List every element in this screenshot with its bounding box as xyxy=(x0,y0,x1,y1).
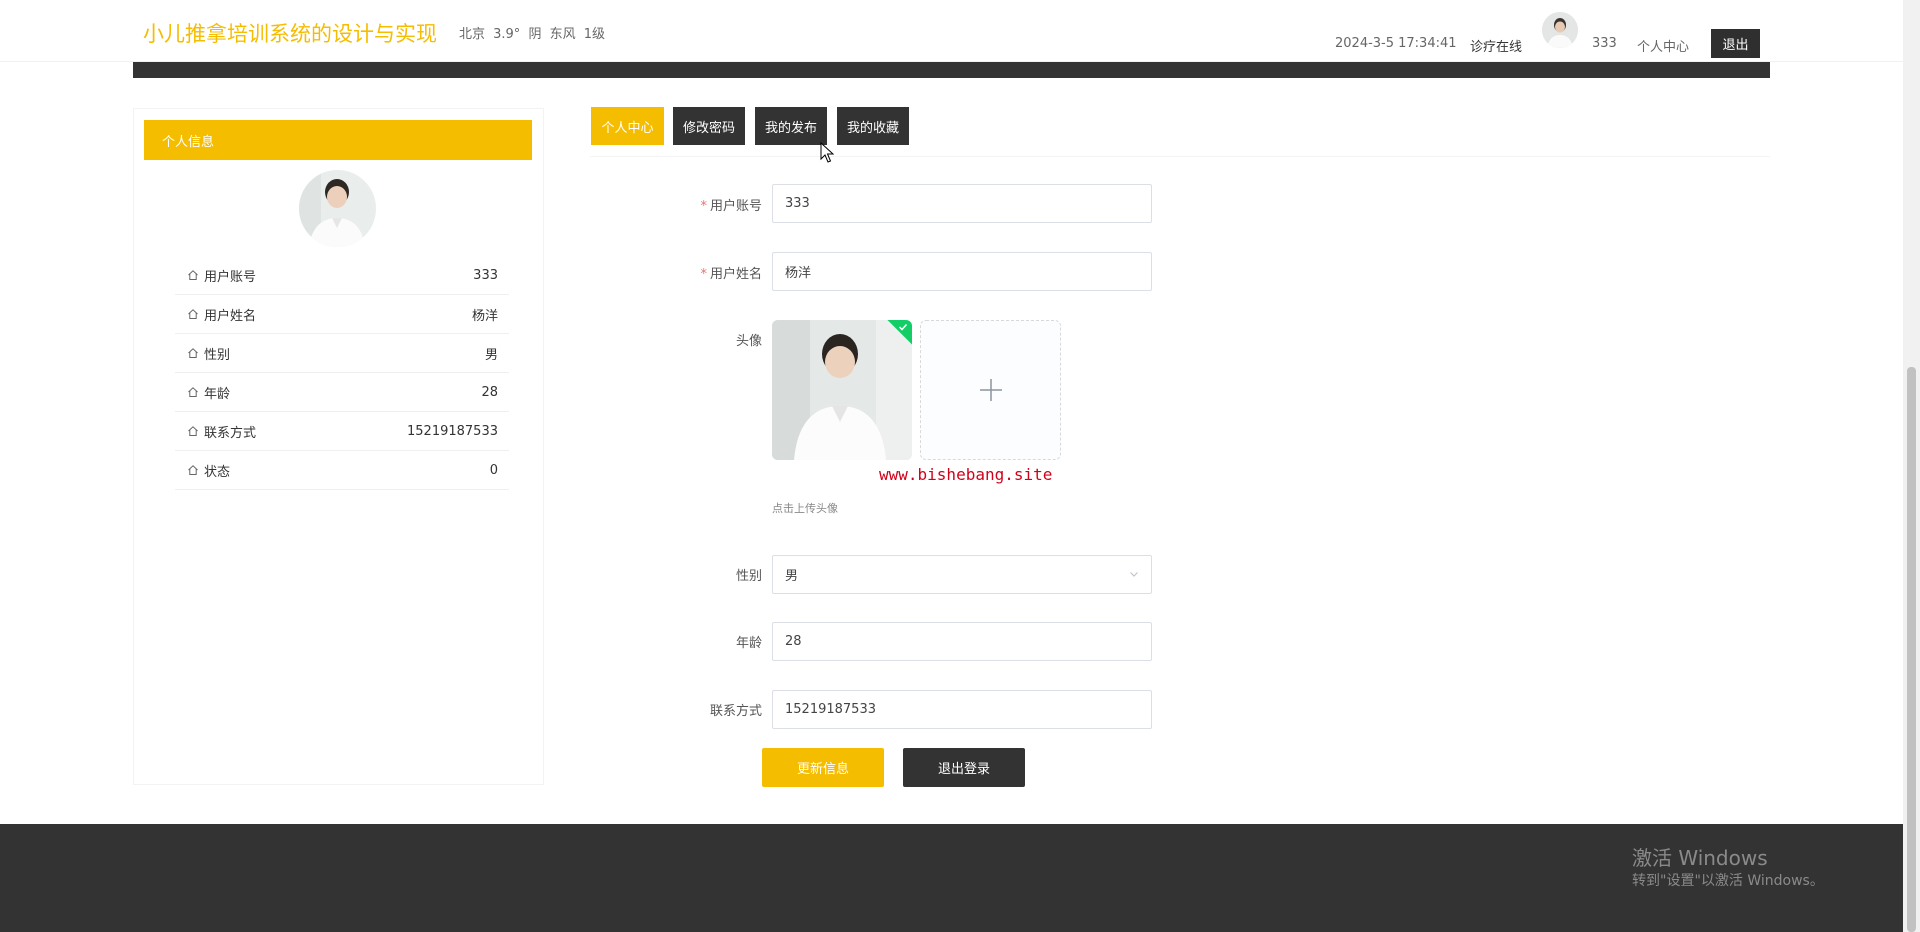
info-row-gender: 性别 男 xyxy=(175,334,509,373)
check-icon xyxy=(898,323,908,331)
profile-avatar xyxy=(299,170,376,247)
name-label: * 用户姓名 xyxy=(700,267,762,282)
account-label: * 用户账号 xyxy=(700,199,762,214)
age-label: 年龄 xyxy=(735,636,762,651)
info-row-age: 年龄 28 xyxy=(175,373,509,412)
tab-my-favorites[interactable]: 我的收藏 xyxy=(837,107,909,145)
home-icon xyxy=(188,309,198,319)
info-row-phone: 联系方式 15219187533 xyxy=(175,412,509,451)
plus-icon xyxy=(979,379,1002,401)
windows-activation-hint: 转到"设置"以激活 Windows。 xyxy=(1632,873,1824,889)
home-icon xyxy=(188,465,198,475)
profile-card-title: 个人信息 xyxy=(144,120,532,160)
gender-select[interactable]: 男 xyxy=(772,555,1152,594)
info-row-status: 状态 0 xyxy=(175,451,509,490)
info-label: 用户账号 xyxy=(204,269,257,285)
avatar-upload-button[interactable] xyxy=(920,320,1061,460)
info-label: 状态 xyxy=(204,464,231,480)
avatar-image-icon xyxy=(299,170,376,247)
weather-info: 北京 3.9° 阴 东风 1级 xyxy=(459,27,605,42)
home-icon xyxy=(188,270,198,280)
info-value: 333 xyxy=(473,267,498,283)
home-icon xyxy=(188,426,198,436)
nav-online-consult[interactable]: 诊疗在线 xyxy=(1470,36,1522,55)
tab-personal-center[interactable]: 个人中心 xyxy=(591,107,664,145)
name-input[interactable]: 杨洋 xyxy=(772,252,1152,291)
home-icon xyxy=(188,387,198,397)
scrollbar-thumb[interactable] xyxy=(1907,367,1916,932)
info-value: 15219187533 xyxy=(407,423,498,439)
phone-label: 联系方式 xyxy=(709,704,762,719)
info-value: 杨洋 xyxy=(471,308,498,324)
upload-tip: 点击上传头像 xyxy=(772,502,838,515)
info-row-account: 用户账号 333 xyxy=(175,256,509,295)
info-label: 性别 xyxy=(204,347,231,363)
page: 小儿推拿培训系统的设计与实现 北京 3.9° 阴 东风 1级 2024-3-5 … xyxy=(0,0,1920,932)
info-label: 用户姓名 xyxy=(204,308,257,324)
windows-activation-title: 激活 Windows xyxy=(1632,846,1768,870)
chevron-down-icon xyxy=(1130,572,1138,577)
nav-personal-center[interactable]: 个人中心 xyxy=(1637,36,1689,55)
info-value: 28 xyxy=(481,384,498,400)
tab-my-posts[interactable]: 我的发布 xyxy=(755,107,827,145)
gender-label: 性别 xyxy=(735,569,762,584)
tab-divider xyxy=(590,156,1770,157)
header-username[interactable]: 333 xyxy=(1592,36,1617,51)
site-title[interactable]: 小儿推拿培训系统的设计与实现 xyxy=(143,18,437,48)
avatar-photo-icon xyxy=(772,320,912,460)
profile-info-list: 用户账号 333 用户姓名 杨洋 性别 男 年龄 28 联系方式 1521918… xyxy=(175,256,509,490)
avatar-image-icon xyxy=(1542,12,1578,48)
header-logout-button[interactable]: 退出 xyxy=(1711,29,1760,58)
info-value: 男 xyxy=(484,347,498,363)
phone-input[interactable]: 15219187533 xyxy=(772,690,1152,729)
update-info-button[interactable]: 更新信息 xyxy=(762,748,884,787)
current-datetime: 2024-3-5 17:34:41 xyxy=(1335,36,1457,51)
age-input[interactable]: 28 xyxy=(772,622,1152,661)
info-label: 年龄 xyxy=(204,386,231,402)
info-row-name: 用户姓名 杨洋 xyxy=(175,295,509,334)
site-watermark: www.bishebang.site xyxy=(879,465,1053,484)
footer xyxy=(0,824,1903,932)
info-value: 0 xyxy=(489,462,498,478)
nav-bar xyxy=(133,62,1770,78)
uploaded-avatar[interactable] xyxy=(772,320,912,460)
header-avatar[interactable] xyxy=(1542,12,1578,48)
account-input[interactable]: 333 xyxy=(772,184,1152,223)
logout-button[interactable]: 退出登录 xyxy=(903,748,1025,787)
home-icon xyxy=(188,348,198,358)
tab-change-password[interactable]: 修改密码 xyxy=(673,107,745,145)
top-header: 小儿推拿培训系统的设计与实现 北京 3.9° 阴 东风 1级 2024-3-5 … xyxy=(0,0,1903,62)
mouse-cursor-icon xyxy=(820,142,834,163)
avatar-label: 头像 xyxy=(735,334,762,349)
gender-selected-value: 男 xyxy=(785,569,799,584)
info-label: 联系方式 xyxy=(204,425,257,441)
